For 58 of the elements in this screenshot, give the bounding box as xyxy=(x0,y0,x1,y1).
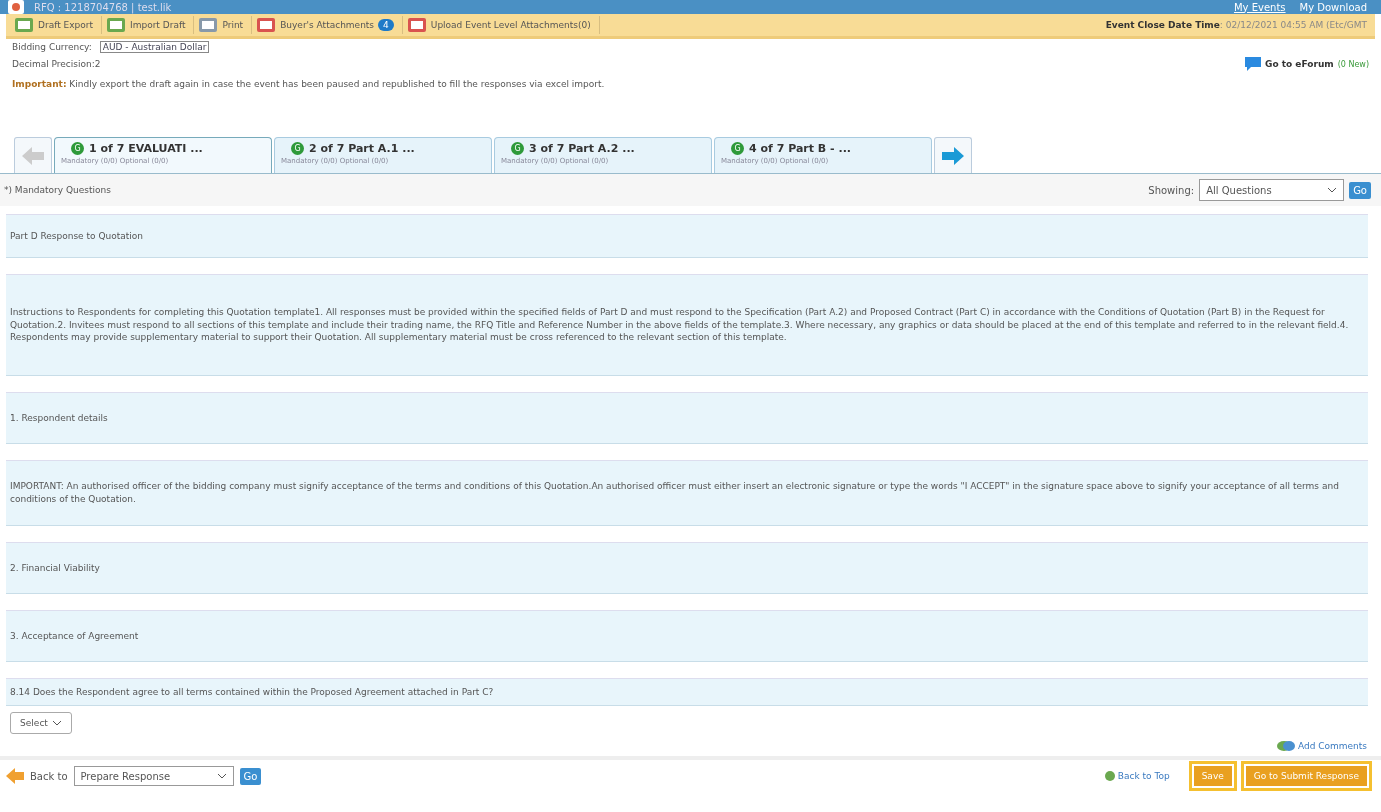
back-dropdown[interactable]: Prepare Response xyxy=(73,766,234,786)
section-text: 3. Acceptance of Agreement xyxy=(10,629,139,643)
chat-icon xyxy=(1245,57,1262,71)
notice-text: Important: Kindly export the draft again in case the event has been paused and republished to fill the responses via excel import. xyxy=(12,79,606,89)
toolbar-button[interactable]: Print xyxy=(198,16,253,34)
section-text: 1. Respondent details xyxy=(10,411,108,425)
status-badge: G xyxy=(511,142,524,155)
back-to-top-link[interactable]: Back to Top xyxy=(1104,771,1170,781)
up-icon xyxy=(1104,771,1115,781)
tab-title: 4 of 7 Part B - ... xyxy=(749,142,851,155)
go-button[interactable]: Go xyxy=(1349,181,1371,199)
close-value: : 02/12/2021 04:55 AM (Etc/GMT xyxy=(1219,20,1367,30)
document-icon xyxy=(406,16,427,34)
toolbar-button[interactable]: Upload Event Level Attachments(0) xyxy=(406,16,600,34)
go-button[interactable]: Go xyxy=(239,767,262,785)
toolbar-button[interactable]: Buyer's Attachments 4 xyxy=(256,16,403,34)
printer-icon xyxy=(198,16,219,34)
document-icon xyxy=(106,16,126,34)
eforum-link[interactable]: Go to eForum (0 New) xyxy=(1245,57,1369,71)
document-icon xyxy=(256,16,277,34)
showing-dropdown[interactable]: All Questions xyxy=(1199,179,1345,201)
toolbar-button[interactable]: Draft Export xyxy=(14,16,102,34)
section-text: 2. Financial Viability xyxy=(10,561,100,575)
comment-icon xyxy=(1276,740,1295,752)
document-icon xyxy=(14,16,34,34)
caret-icon xyxy=(1327,186,1338,194)
answer-dropdown[interactable]: Select xyxy=(10,712,72,734)
caret-icon xyxy=(51,719,62,727)
left-arrow-icon xyxy=(22,146,44,165)
status-badge: G xyxy=(291,142,304,155)
precision-text: Decimal Precision:2 xyxy=(12,59,101,69)
question-text: 8.14 Does the Respondent agree to all terms contained within the Proposed Agreement attached in Part C? xyxy=(10,685,494,699)
section-text: Instructions to Respondents for completing this Quotation template1. All responses must be provided within the specified fields of Part D and must respond to the Specification (Part A.2) and Proposed Contract (Part C) in accordance with the Conditions of Quotation (Part B) in the Request for Quotation.2. Invitees must respond to all sections of this template and include their trading name, the RFQ Title and Reference Number in the above fields of the template.3. Where necessary, any graphics or data should be placed at the end of this template and referred to in the relevant field.4. Respondents may provide supplementary material to support their Quotation. All supplementary material must be cross referenced to the relevant section of this template. xyxy=(10,306,1350,344)
tab-title: 3 of 7 Part A.2 ... xyxy=(529,142,635,155)
section-text: Part D Response to Quotation xyxy=(10,229,143,243)
toolbar-button[interactable]: Import Draft xyxy=(106,16,195,34)
mandatory-legend: *) Mandatory Questions xyxy=(4,185,111,195)
close-label: Event Close Date Time xyxy=(1105,20,1220,30)
currency-label: Bidding Currency: xyxy=(12,42,92,52)
back-arrow-icon xyxy=(6,768,24,784)
header-link[interactable]: My Download xyxy=(1299,1,1367,13)
caret-icon xyxy=(216,772,227,780)
status-badge: G xyxy=(731,142,744,155)
right-arrow-icon xyxy=(942,146,964,165)
currency-value: AUD - Australian Dollar xyxy=(99,41,210,53)
section-text: IMPORTANT: An authorised officer of the bidding company must signify acceptance of the terms and conditions of this Quotation.An authorised officer must either insert an electronic signature or type the words "I ACCEPT" in the signature space above to signify your acceptance of all terms and conditions of the Quotation. xyxy=(10,480,1340,506)
window-title: RFQ : 1218704768 | test.lik xyxy=(34,1,172,13)
showing-label: Showing: xyxy=(1148,184,1195,196)
status-badge: G xyxy=(71,142,84,155)
count-badge: 4 xyxy=(378,19,394,31)
add-comments-link[interactable]: Add Comments xyxy=(1276,740,1367,752)
header-link[interactable]: My Events xyxy=(1233,1,1286,13)
previous-button[interactable] xyxy=(14,137,52,173)
next-button[interactable] xyxy=(934,137,972,173)
back-label: Back to xyxy=(30,770,68,782)
tab-title: 2 of 7 Part A.1 ... xyxy=(309,142,415,155)
tab-title: 1 of 7 EVALUATI ... xyxy=(89,142,203,155)
app-icon xyxy=(8,0,24,14)
